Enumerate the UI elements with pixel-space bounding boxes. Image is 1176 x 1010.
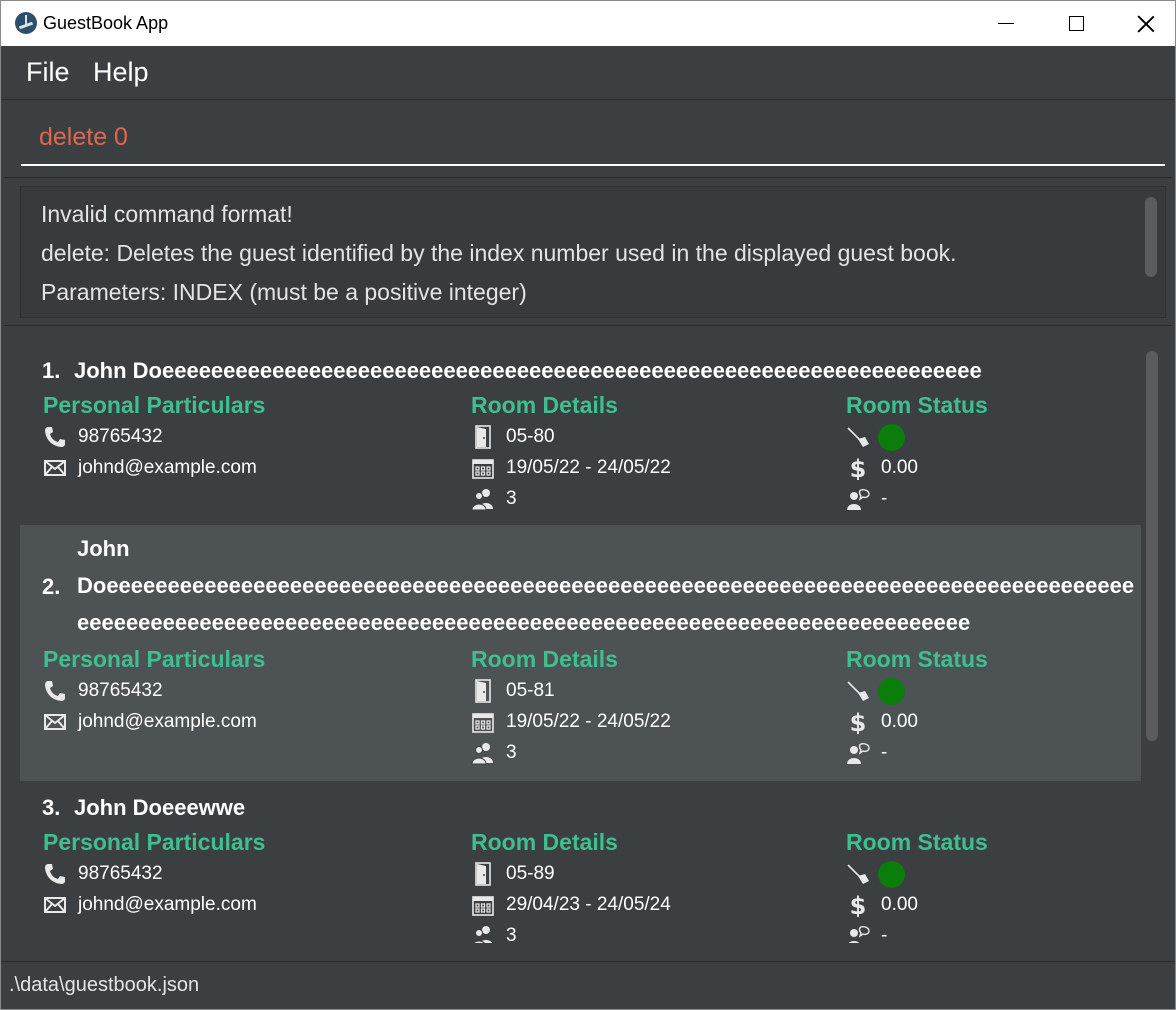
guest-index: 1. (42, 358, 61, 383)
room-status-heading: Room Status (846, 829, 988, 855)
save-location: .\data\guestbook.json (9, 974, 200, 996)
menu-file[interactable]: File (26, 57, 70, 88)
request-icon (846, 924, 870, 943)
room-details-heading: Room Details (471, 392, 618, 418)
guest-list-panel: 1. John Doeeeeeeeeeeeeeeeeeeeeeeeeeeeeeee… (4, 327, 1172, 960)
personal-particulars-heading: Personal Particulars (43, 646, 266, 672)
people-icon (471, 487, 495, 511)
dollar-icon: $ (846, 892, 870, 920)
command-input[interactable] (21, 111, 1165, 166)
result-line: delete: Deletes the guest identified by … (41, 240, 957, 266)
pax-field: 3 (506, 488, 517, 509)
bill-field: 0.00 (881, 711, 918, 732)
room-number-field: 05-81 (506, 680, 555, 701)
result-line: Invalid command format! (41, 201, 293, 227)
personal-particulars-heading: Personal Particulars (43, 829, 266, 855)
close-button[interactable] (1111, 1, 1176, 46)
date-range-field: 29/04/23 - 24/05/24 (506, 894, 671, 915)
menu-bar: File Help (1, 46, 1175, 100)
email-field: johnd@example.com (78, 894, 257, 915)
guest-name: Doeeeeeeeeeeeeeeeeeeeeeeeeeeeeeeeeeeeeee… (77, 573, 1135, 598)
window-title: GuestBook App (43, 13, 169, 33)
minimize-icon (998, 23, 1014, 24)
request-icon (846, 741, 870, 765)
result-display: Invalid command format! delete: Deletes … (4, 179, 1172, 326)
phone-icon (43, 862, 67, 886)
status-bar: .\data\guestbook.json (1, 961, 1175, 1009)
people-icon (471, 741, 495, 765)
guest-card[interactable]: 1. John Doeeeeeeeeeeeeeeeeeeeeeeeeeeeeeee… (20, 344, 1141, 525)
phone-icon (43, 425, 67, 449)
room-status-heading: Room Status (846, 392, 988, 418)
guest-card[interactable]: 2. John Doeeeeeeeeeeeeeeeeeeeeeeeeeeeeeeee… (20, 525, 1141, 781)
guest-index: 3. (42, 795, 61, 820)
result-scrollbar[interactable] (1145, 197, 1157, 277)
minimize-button[interactable] (971, 1, 1041, 46)
broom-icon (846, 679, 870, 703)
calendar-icon (471, 893, 495, 917)
email-field: johnd@example.com (78, 711, 257, 732)
email-icon (43, 456, 67, 480)
request-field: - (881, 742, 888, 763)
maximize-button[interactable] (1041, 1, 1111, 46)
close-icon (1137, 15, 1155, 33)
menu-help[interactable]: Help (93, 57, 149, 88)
email-field: johnd@example.com (78, 457, 257, 478)
calendar-icon (471, 456, 495, 480)
door-icon (471, 862, 495, 886)
dollar-icon: $ (846, 455, 870, 483)
guest-index: 2. (42, 574, 61, 599)
guest-name: John Doeeewwe (74, 795, 246, 820)
guest-card[interactable]: 3. John Doeeewwe Personal Particulars Room … (20, 781, 1141, 943)
email-icon (43, 893, 67, 917)
guest-name: eeeeeeeeeeeeeeeeeeeeeeeeeeeeeeeeeeeeeeee… (77, 610, 971, 635)
room-details-heading: Room Details (471, 829, 618, 855)
clean-indicator (878, 678, 905, 705)
phone-field: 98765432 (78, 426, 163, 447)
title-bar: GuestBook App (1, 1, 1175, 46)
phone-icon (43, 679, 67, 703)
phone-field: 98765432 (78, 680, 163, 701)
guest-list[interactable]: 1. John Doeeeeeeeeeeeeeeeeeeeeeeeeeeeeeee… (20, 344, 1141, 943)
door-icon (471, 425, 495, 449)
result-text-area[interactable]: Invalid command format! delete: Deletes … (20, 186, 1166, 318)
maximize-icon (1068, 16, 1084, 31)
dollar-icon: $ (846, 709, 870, 737)
room-details-heading: Room Details (471, 646, 618, 672)
bill-field: 0.00 (881, 894, 918, 915)
app-logo-icon (15, 12, 37, 34)
svg-text:$: $ (850, 893, 867, 917)
room-number-field: 05-80 (506, 426, 555, 447)
clean-indicator (878, 424, 905, 451)
calendar-icon (471, 710, 495, 734)
date-range-field: 19/05/22 - 24/05/22 (506, 711, 671, 732)
room-number-field: 05-89 (506, 863, 555, 884)
date-range-field: 19/05/22 - 24/05/22 (506, 457, 671, 478)
request-icon (846, 487, 870, 511)
people-icon (471, 924, 495, 943)
list-scrollbar[interactable] (1146, 351, 1158, 741)
request-field: - (881, 488, 888, 509)
request-field: - (881, 925, 888, 943)
bill-field: 0.00 (881, 457, 918, 478)
guest-name: John Doeeeeeeeeeeeeeeeeeeeeeeeeeeeeeeeee… (74, 358, 982, 383)
pax-field: 3 (506, 925, 517, 943)
phone-field: 98765432 (78, 863, 163, 884)
pax-field: 3 (506, 742, 517, 763)
broom-icon (846, 425, 870, 449)
room-status-heading: Room Status (846, 646, 988, 672)
door-icon (471, 679, 495, 703)
app-window: GuestBook App File Help Invalid command … (0, 0, 1176, 1010)
personal-particulars-heading: Personal Particulars (43, 392, 266, 418)
email-icon (43, 710, 67, 734)
svg-text:$: $ (850, 710, 867, 734)
broom-icon (846, 862, 870, 886)
result-line: Parameters: INDEX (must be a positive in… (41, 279, 527, 305)
command-box (4, 101, 1172, 178)
guest-name: John (77, 536, 130, 561)
clean-indicator (878, 861, 905, 888)
svg-text:$: $ (850, 456, 867, 480)
